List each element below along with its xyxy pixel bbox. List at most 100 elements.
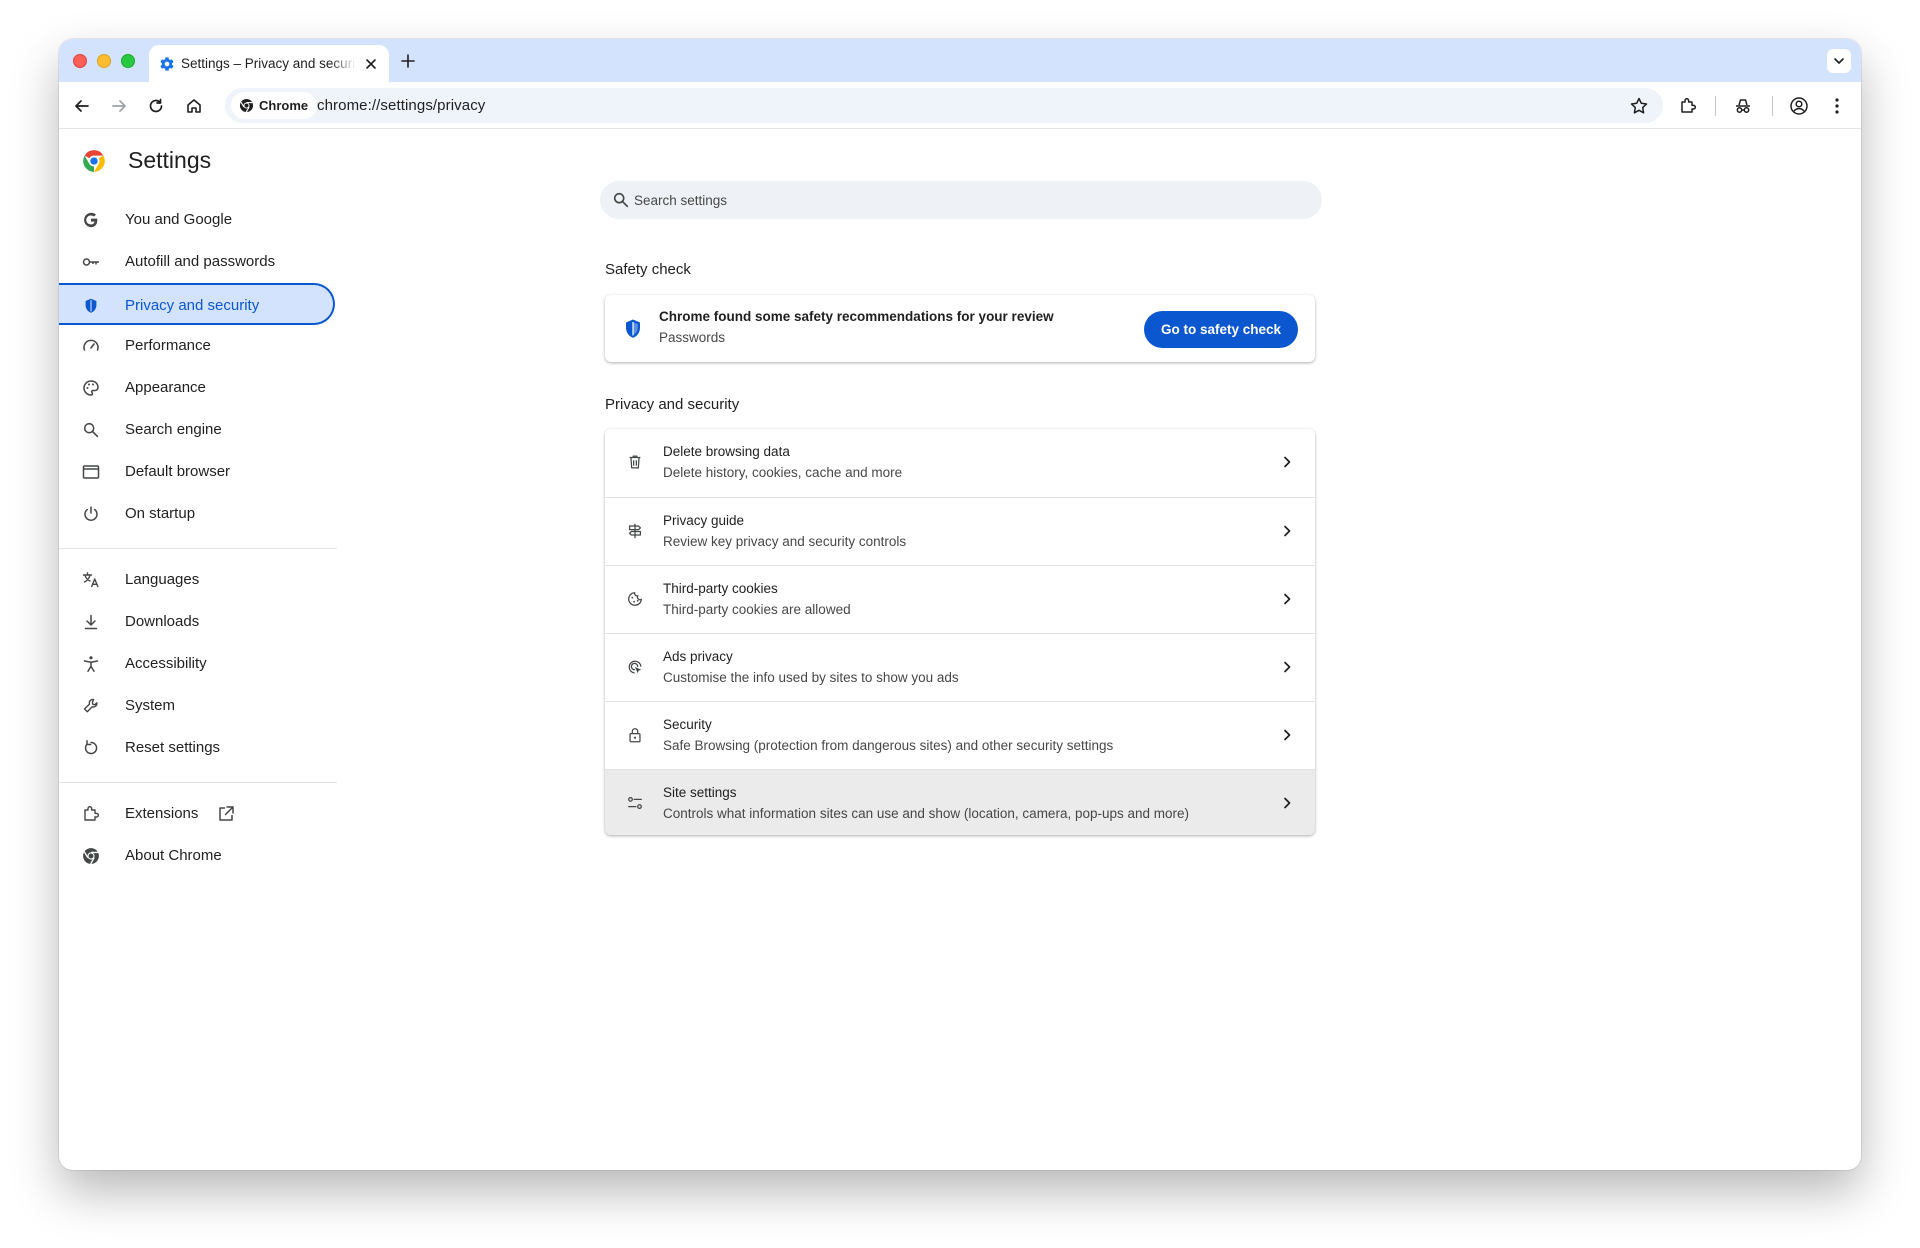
chrome-icon <box>81 846 101 866</box>
lock-icon <box>625 725 645 745</box>
row-subtitle: Controls what information sites can use … <box>663 806 1190 821</box>
row-subtitle: Third-party cookies are allowed <box>663 602 851 617</box>
chrome-icon <box>239 98 254 113</box>
sidebar-item-about[interactable]: About Chrome <box>59 835 335 877</box>
sidebar-divider <box>59 782 337 783</box>
sidebar-item-downloads[interactable]: Downloads <box>59 601 335 643</box>
row-title: Ads privacy <box>663 649 733 664</box>
row-subtitle: Customise the info used by sites to show… <box>663 670 959 685</box>
close-window-button[interactable] <box>73 54 87 68</box>
go-to-safety-check-button[interactable]: Go to safety check <box>1144 311 1298 348</box>
address-bar[interactable]: Chrome chrome://settings/privacy <box>225 88 1663 123</box>
tab-title: Settings – Privacy and security <box>181 56 356 71</box>
sidebar-item-accessibility[interactable]: Accessibility <box>59 643 335 685</box>
sidebar-item-label: Performance <box>125 337 211 354</box>
ads-privacy-icon <box>625 657 645 677</box>
safety-check-card: Chrome found some safety recommendations… <box>605 295 1315 362</box>
sliders-icon <box>625 793 645 813</box>
home-button[interactable] <box>183 95 205 117</box>
reload-button[interactable] <box>145 95 167 117</box>
toolbar-divider <box>1715 96 1716 116</box>
row-site-settings[interactable]: Site settings Controls what information … <box>605 769 1315 835</box>
row-privacy-guide[interactable]: Privacy guide Review key privacy and sec… <box>605 497 1315 565</box>
settings-header <box>81 148 107 174</box>
row-title: Security <box>663 717 712 732</box>
chevron-right-icon <box>1284 797 1291 809</box>
sidebar-item-reset[interactable]: Reset settings <box>59 727 335 769</box>
incognito-icon <box>1736 99 1750 113</box>
new-tab-icon[interactable] <box>399 52 417 70</box>
sidebar-item-label: Appearance <box>125 379 206 396</box>
reload-icon <box>149 98 163 113</box>
sidebar-item-label: You and Google <box>125 211 233 228</box>
row-title: Privacy guide <box>663 513 745 528</box>
power-icon <box>81 504 101 524</box>
translate-icon <box>81 570 101 590</box>
sidebar-item-appearance[interactable]: Appearance <box>59 367 335 409</box>
sidebar-item-you-and-google[interactable]: You and Google <box>59 199 335 241</box>
maximize-window-button[interactable] <box>121 54 135 68</box>
arrow-left-icon <box>75 100 89 112</box>
more-vert-icon <box>1835 98 1839 114</box>
toolbar-divider <box>1772 96 1773 116</box>
sidebar-item-label: Search engine <box>125 421 222 438</box>
row-title: Delete browsing data <box>663 444 790 459</box>
row-third-party-cookies[interactable]: Third-party cookies Third-party cookies … <box>605 565 1315 633</box>
incognito-button[interactable] <box>1732 95 1754 117</box>
extensions-button[interactable] <box>1677 95 1699 117</box>
row-delete-browsing-data[interactable]: Delete browsing data Delete history, coo… <box>605 429 1315 497</box>
row-title: Site settings <box>663 785 737 800</box>
shield-icon <box>81 296 101 316</box>
back-button[interactable] <box>71 95 93 117</box>
safety-check-heading: Safety check <box>605 261 691 278</box>
search-icon <box>81 420 101 440</box>
browser-window: Settings – Privacy and security Chrome c… <box>59 39 1861 1170</box>
close-tab-icon[interactable] <box>363 56 379 72</box>
key-icon <box>81 252 101 272</box>
sidebar-item-label: Reset settings <box>125 739 221 756</box>
signpost-icon <box>625 521 645 541</box>
home-icon <box>187 99 201 113</box>
forward-button[interactable] <box>108 95 130 117</box>
sidebar-item-label: On startup <box>125 505 196 522</box>
sidebar-item-label: Privacy and security <box>125 297 260 314</box>
menu-button[interactable] <box>1826 95 1848 117</box>
reset-icon <box>81 738 101 758</box>
tab-search-button[interactable] <box>1827 49 1851 73</box>
minimize-window-button[interactable] <box>97 54 111 68</box>
google-g-icon <box>81 210 101 230</box>
site-info-chip[interactable]: Chrome <box>231 92 318 119</box>
tab-strip: Settings – Privacy and security <box>59 39 1861 82</box>
search-input[interactable] <box>634 181 1294 219</box>
sidebar-item-performance[interactable]: Performance <box>59 325 335 367</box>
site-chip-label: Chrome <box>259 98 309 113</box>
gear-icon <box>160 57 174 71</box>
bookmark-star-icon[interactable] <box>1629 96 1649 116</box>
tab-settings[interactable]: Settings – Privacy and security <box>149 45 389 82</box>
sidebar-item-on-startup[interactable]: On startup <box>59 493 335 535</box>
sidebar-item-system[interactable]: System <box>59 685 335 727</box>
sidebar-item-default-browser[interactable]: Default browser <box>59 451 335 493</box>
chevron-right-icon <box>1284 661 1291 673</box>
sidebar-item-autofill[interactable]: Autofill and passwords <box>59 241 335 283</box>
chrome-logo-icon <box>83 150 105 172</box>
row-ads-privacy[interactable]: Ads privacy Customise the info used by s… <box>605 633 1315 701</box>
open-in-new-icon <box>219 806 234 821</box>
privacy-section-heading: Privacy and security <box>605 396 740 413</box>
chevron-right-icon <box>1284 456 1291 468</box>
sidebar-item-label: About Chrome <box>125 847 222 864</box>
settings-search[interactable] <box>600 181 1322 219</box>
sidebar-item-search-engine[interactable]: Search engine <box>59 409 335 451</box>
row-title: Third-party cookies <box>663 581 778 596</box>
sidebar-item-privacy[interactable]: Privacy and security <box>59 283 335 325</box>
row-subtitle: Safe Browsing (protection from dangerous… <box>663 738 1114 753</box>
sidebar-item-extensions[interactable]: Extensions <box>59 793 335 835</box>
profile-button[interactable] <box>1788 95 1810 117</box>
toolbar: Chrome chrome://settings/privacy <box>59 82 1861 129</box>
sidebar-item-label: System <box>125 697 176 714</box>
row-security[interactable]: Security Safe Browsing (protection from … <box>605 701 1315 769</box>
sidebar-item-languages[interactable]: Languages <box>59 559 335 601</box>
sidebar-divider <box>59 548 337 549</box>
sidebar-item-label: Default browser <box>125 463 231 480</box>
safety-check-subtitle: Passwords <box>659 330 726 345</box>
